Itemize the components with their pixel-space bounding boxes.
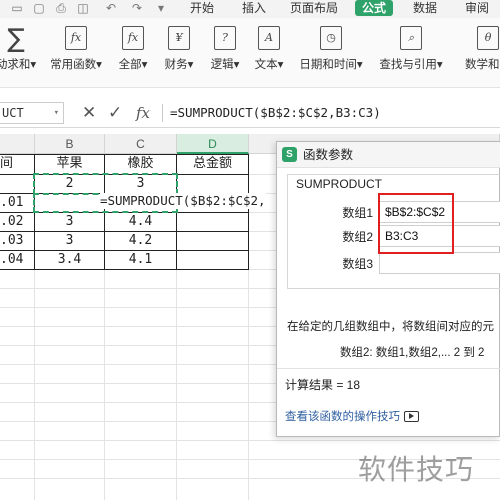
cell-a5[interactable]: .03 xyxy=(0,232,34,250)
all-functions-button[interactable]: fx 全部▾ xyxy=(116,26,150,84)
ribbon: ∑ 动求和▾ fx 常用函数▾ fx 全部▾ ¥ 财务▾ ? 逻辑▾ A 文本▾… xyxy=(0,18,500,88)
annotation-highlight-box xyxy=(378,193,454,254)
formula-bar-divider xyxy=(162,104,163,122)
formula-input[interactable]: =SUMPRODUCT($B$2:$C$2,B3:C3) xyxy=(170,104,381,122)
cell-b1[interactable]: 苹果 xyxy=(35,155,104,173)
column-header-c[interactable]: C xyxy=(105,134,177,154)
cell-c6[interactable]: 4.1 xyxy=(105,251,176,269)
cell-a3[interactable]: .01 xyxy=(0,194,34,212)
dialog-divider xyxy=(277,368,500,369)
app-logo-icon: S xyxy=(282,147,297,162)
name-box[interactable]: UCT ▾ xyxy=(0,102,64,124)
cell-b6[interactable]: 3.4 xyxy=(35,251,104,269)
cell-d1[interactable]: 总金额 xyxy=(177,155,248,173)
common-functions-label: 常用函数▾ xyxy=(50,59,102,71)
cancel-icon[interactable]: ✕ xyxy=(82,103,96,123)
column-header-b[interactable]: B xyxy=(35,134,105,154)
name-box-value: UCT xyxy=(2,106,24,120)
print-icon[interactable]: ⎙ xyxy=(54,1,68,15)
watermark: 软件技巧 xyxy=(358,453,475,486)
cell-c4[interactable]: 4.4 xyxy=(105,213,176,231)
logical-label: 逻辑▾ xyxy=(210,59,240,71)
date-time-button[interactable]: ◷ 日期和时间▾ xyxy=(298,26,364,84)
function-tips-link[interactable]: 查看该函数的操作技巧 xyxy=(285,408,419,424)
logical-button[interactable]: ? 逻辑▾ xyxy=(208,26,242,84)
table-border xyxy=(248,154,249,269)
arg3-label: 数组3 xyxy=(342,257,373,271)
cell-a6[interactable]: .04 xyxy=(0,251,34,269)
video-play-icon[interactable] xyxy=(404,411,419,423)
arg3-input[interactable] xyxy=(379,252,500,274)
tab-insert[interactable]: 插入 xyxy=(242,0,266,16)
lookup-reference-button[interactable]: ⌕ 查找与引用▾ xyxy=(378,26,444,84)
function-tips-label[interactable]: 查看该函数的操作技巧 xyxy=(285,411,400,423)
text-label: 文本▾ xyxy=(254,59,284,71)
insert-function-icon[interactable]: fx xyxy=(136,103,150,123)
all-functions-label: 全部▾ xyxy=(118,59,148,71)
dialog-title: 函数参数 xyxy=(303,148,354,162)
common-functions-button[interactable]: fx 常用函数▾ xyxy=(50,26,102,84)
financial-button[interactable]: ¥ 财务▾ xyxy=(162,26,196,84)
tab-formula[interactable]: 公式 xyxy=(355,0,394,16)
tab-page-layout[interactable]: 页面布局 xyxy=(290,0,338,16)
cell-b4[interactable]: 3 xyxy=(35,213,104,231)
menu-bar: ▭ ▢ ⎙ ◫ ↶ ↷ ▾ 开始 插入 页面布局 公式 数据 审阅 xyxy=(0,0,500,18)
a-book-icon: A xyxy=(258,26,280,50)
search-book-icon: ⌕ xyxy=(400,26,422,50)
arg1-label: 数组1 xyxy=(342,206,373,220)
yen-book-icon: ¥ xyxy=(168,26,190,50)
fx-book-icon: fx xyxy=(122,26,144,50)
date-time-label: 日期和时间▾ xyxy=(299,59,363,71)
calculation-result: 计算结果 = 18 xyxy=(285,378,361,392)
clock-book-icon: ◷ xyxy=(320,26,342,50)
cell-a1[interactable]: 间 xyxy=(0,155,34,173)
function-name: SUMPRODUCT xyxy=(296,177,382,191)
gridline xyxy=(0,440,500,441)
chevron-down-icon[interactable]: ▾ xyxy=(54,103,59,123)
autosum-label: 动求和▾ xyxy=(0,59,37,71)
tab-review[interactable]: 审阅 xyxy=(465,0,489,16)
column-header-d[interactable]: D xyxy=(177,134,249,154)
dialog-titlebar[interactable]: S 函数参数 xyxy=(277,142,500,168)
autosum-button[interactable]: ∑ 动求和▾ xyxy=(0,26,40,84)
print-preview-icon[interactable]: ◫ xyxy=(76,1,90,15)
save-icon[interactable]: ▭ xyxy=(10,1,24,15)
cell-c5[interactable]: 4.2 xyxy=(105,232,176,250)
confirm-icon[interactable]: ✓ xyxy=(108,103,122,123)
cell-b5[interactable]: 3 xyxy=(35,232,104,250)
chevron-down-icon[interactable]: ▾ xyxy=(154,1,168,15)
table-border xyxy=(0,269,249,270)
formula-bar: UCT ▾ ✕ ✓ fx =SUMPRODUCT($B$2:$C$2,B3:C3… xyxy=(0,98,500,128)
question-book-icon: ? xyxy=(214,26,236,50)
column-header-a[interactable] xyxy=(0,134,35,154)
cell-c1[interactable]: 橡胶 xyxy=(105,155,176,173)
math-trig-button[interactable]: θ 数学和三 xyxy=(458,26,500,84)
export-icon[interactable]: ▢ xyxy=(32,1,46,15)
lookup-reference-label: 查找与引用▾ xyxy=(379,59,443,71)
function-description: 在给定的几组数组中，将数组间对应的元 xyxy=(287,321,494,333)
cell-a4[interactable]: .02 xyxy=(0,213,34,231)
text-button[interactable]: A 文本▾ xyxy=(252,26,286,84)
in-cell-formula[interactable]: =SUMPRODUCT($B$2:$C$2, xyxy=(100,193,266,209)
function-arguments-dialog: S 函数参数 SUMPRODUCT 数组1 $B$2:$C$2 数组2 B3:C… xyxy=(276,141,500,437)
argument-help: 数组2: 数组1,数组2,... 2 到 2 xyxy=(340,347,485,359)
arg2-label: 数组2 xyxy=(342,230,373,244)
sigma-icon: ∑ xyxy=(7,24,25,54)
undo-icon[interactable]: ↶ xyxy=(104,1,118,15)
financial-label: 财务▾ xyxy=(164,59,194,71)
tab-home[interactable]: 开始 xyxy=(190,0,214,16)
tab-data[interactable]: 数据 xyxy=(413,0,437,16)
theta-book-icon: θ xyxy=(477,26,499,50)
redo-icon[interactable]: ↷ xyxy=(130,1,144,15)
star-fx-icon: fx xyxy=(65,26,87,50)
math-trig-label: 数学和三 xyxy=(465,59,500,71)
